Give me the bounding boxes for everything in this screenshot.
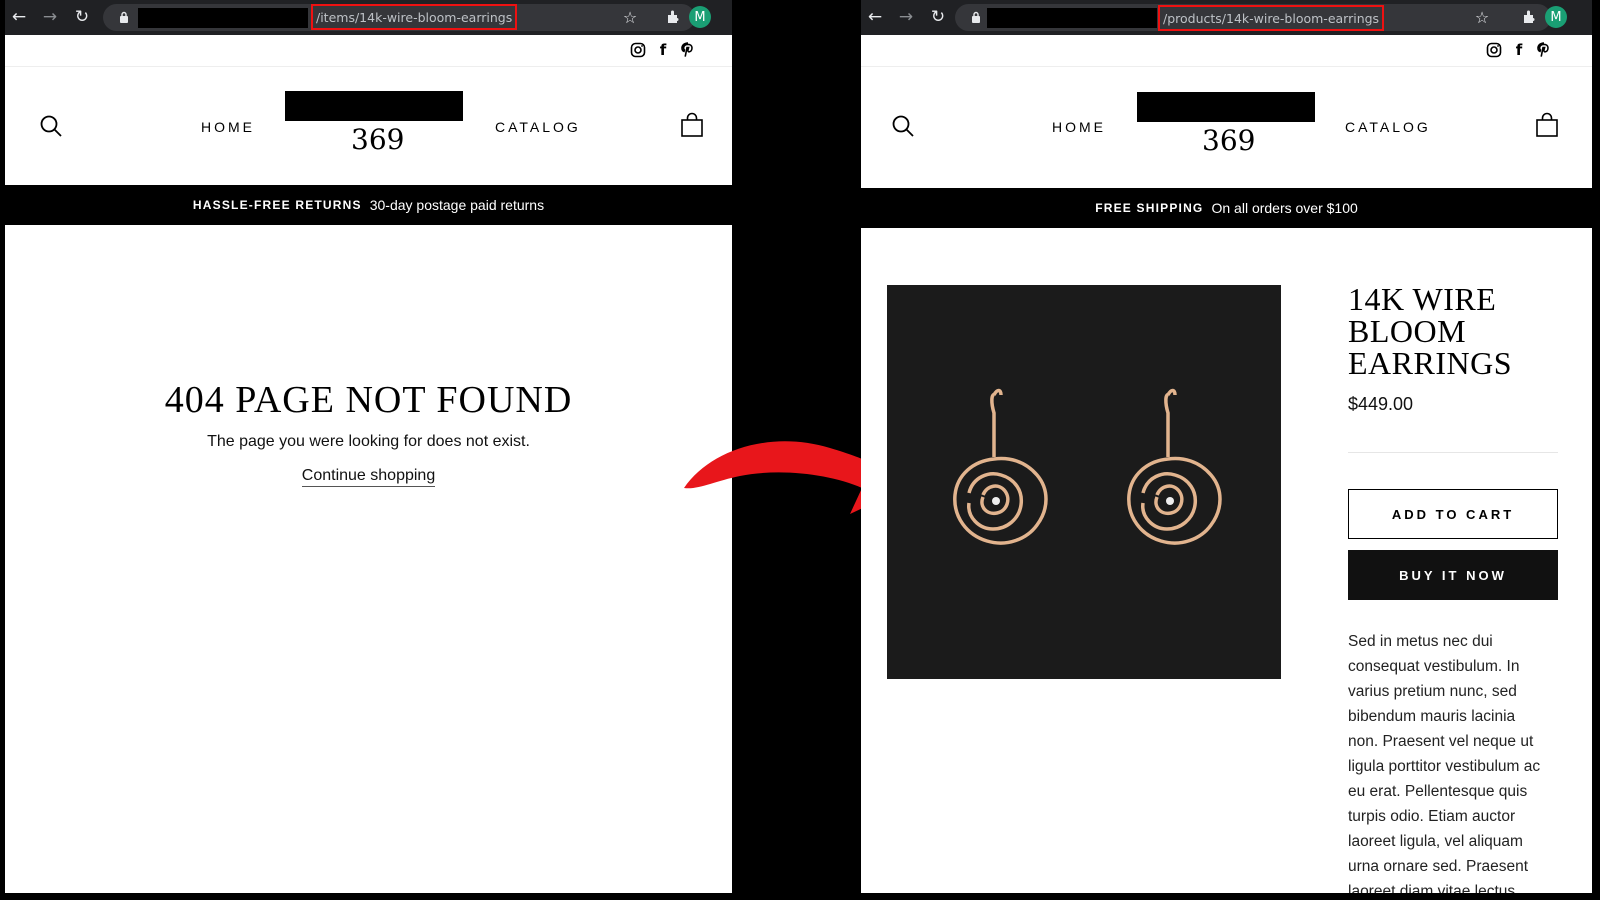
earrings-illustration — [953, 388, 1222, 545]
lock-icon — [116, 9, 132, 25]
url-path-highlight[interactable]: /products/14k-wire-bloom-earrings — [1158, 5, 1385, 31]
back-icon[interactable]: ← — [861, 3, 889, 31]
logo-text[interactable]: 369 — [351, 123, 404, 156]
description-line: non. Praesent vel neque ut — [1348, 733, 1534, 750]
pinterest-icon[interactable] — [1535, 41, 1553, 59]
announcement-text: On all orders over $100 — [1211, 200, 1358, 216]
announcement-bar: HASSLE-FREE RETURNS 30-day postage paid … — [5, 185, 732, 225]
facebook-icon[interactable]: f — [1510, 41, 1528, 59]
pinterest-icon[interactable] — [679, 41, 697, 59]
reload-icon[interactable]: ↻ — [68, 3, 96, 31]
forward-icon[interactable]: → — [36, 3, 64, 31]
product-description: Sed in metus nec dui consequat vestibulu… — [1348, 629, 1568, 893]
browser-toolbar: ← → ↻ /products/14k-wire-bloom-earrings … — [861, 0, 1592, 35]
nav-catalog[interactable]: CATALOG — [495, 119, 581, 135]
product-title-line: BLOOM — [1348, 313, 1467, 349]
star-icon[interactable]: ☆ — [1472, 7, 1492, 27]
nav-home[interactable]: HOME — [201, 119, 255, 135]
description-line: consequat vestibulum. In — [1348, 658, 1520, 675]
site-header: HOME 369 CATALOG — [861, 67, 1592, 185]
redacted-logo — [285, 91, 463, 121]
search-icon[interactable] — [39, 114, 63, 138]
star-icon[interactable]: ☆ — [620, 7, 640, 27]
product-title: 14K WIRE BLOOM EARRINGS — [1348, 283, 1568, 379]
description-line: eu erat. Pellentesque quis — [1348, 783, 1528, 800]
forward-icon[interactable]: → — [892, 3, 920, 31]
instagram-icon[interactable] — [629, 41, 647, 59]
description-line: turpis odio. Etiam auctor — [1348, 808, 1516, 825]
address-bar[interactable]: /products/14k-wire-bloom-earrings ☆ — [955, 4, 1551, 31]
description-line: bibendum mauris lacinia — [1348, 708, 1516, 725]
browser-toolbar: ← → ↻ /items/14k-wire-bloom-earrings ☆ M — [5, 0, 732, 35]
reload-icon[interactable]: ↻ — [924, 3, 952, 31]
stage: ← → ↻ /items/14k-wire-bloom-earrings ☆ M… — [0, 0, 1600, 900]
left-browser-panel: ← → ↻ /items/14k-wire-bloom-earrings ☆ M… — [5, 0, 732, 893]
product-title-line: EARRINGS — [1348, 345, 1513, 381]
address-bar[interactable]: /items/14k-wire-bloom-earrings ☆ — [103, 4, 695, 31]
page-subtitle: The page you were looking for does not e… — [207, 433, 530, 450]
redacted-domain — [987, 8, 1157, 28]
description-line: ligula porttitor vestibulum ac — [1348, 758, 1541, 775]
add-to-cart-button[interactable]: ADD TO CART — [1348, 489, 1558, 539]
description-line: urna ornare sed. Praesent — [1348, 858, 1529, 875]
announcement-bar: FREE SHIPPING On all orders over $100 — [861, 188, 1592, 228]
announcement-strong: FREE SHIPPING — [1095, 201, 1204, 215]
profile-avatar[interactable]: M — [689, 6, 711, 28]
product-price: $449.00 — [1348, 394, 1414, 414]
continue-shopping-link[interactable]: Continue shopping — [5, 467, 732, 487]
extensions-icon[interactable] — [1519, 7, 1539, 27]
buy-it-now-button[interactable]: BUY IT NOW — [1348, 550, 1558, 600]
right-browser-panel: ← → ↻ /products/14k-wire-bloom-earrings … — [861, 0, 1592, 893]
page-title: 404 PAGE NOT FOUND — [164, 379, 573, 421]
divider — [1348, 452, 1558, 453]
product-image[interactable] — [887, 285, 1281, 679]
nav-home[interactable]: HOME — [1052, 119, 1106, 135]
product-title-line: 14K WIRE — [1348, 281, 1497, 317]
facebook-icon[interactable]: f — [654, 41, 672, 59]
description-line: laoreet ligula, vel aliquam — [1348, 833, 1523, 850]
instagram-icon[interactable] — [1485, 41, 1503, 59]
site-header: HOME 369 CATALOG — [5, 67, 732, 185]
continue-shopping-label[interactable]: Continue shopping — [301, 467, 436, 487]
search-icon[interactable] — [891, 114, 915, 138]
description-line: varius pretium nunc, sed — [1348, 683, 1517, 700]
logo-text[interactable]: 369 — [1202, 124, 1255, 157]
url-path-highlight[interactable]: /items/14k-wire-bloom-earrings — [311, 4, 518, 30]
redacted-domain — [138, 8, 308, 28]
cart-icon[interactable] — [1535, 112, 1559, 138]
social-row: f — [5, 35, 732, 67]
description-line: Sed in metus nec dui — [1348, 633, 1493, 650]
profile-avatar[interactable]: M — [1545, 6, 1567, 28]
back-icon[interactable]: ← — [5, 3, 33, 31]
cart-icon[interactable] — [680, 112, 704, 138]
description-line: laoreet diam vitae lectus — [1348, 883, 1516, 893]
redacted-logo — [1137, 92, 1315, 122]
announcement-text: 30-day postage paid returns — [369, 197, 545, 213]
nav-catalog[interactable]: CATALOG — [1345, 119, 1431, 135]
social-row: f — [861, 35, 1592, 67]
announcement-strong: HASSLE-FREE RETURNS — [192, 198, 362, 212]
extensions-icon[interactable] — [663, 7, 683, 27]
lock-icon — [968, 9, 984, 25]
